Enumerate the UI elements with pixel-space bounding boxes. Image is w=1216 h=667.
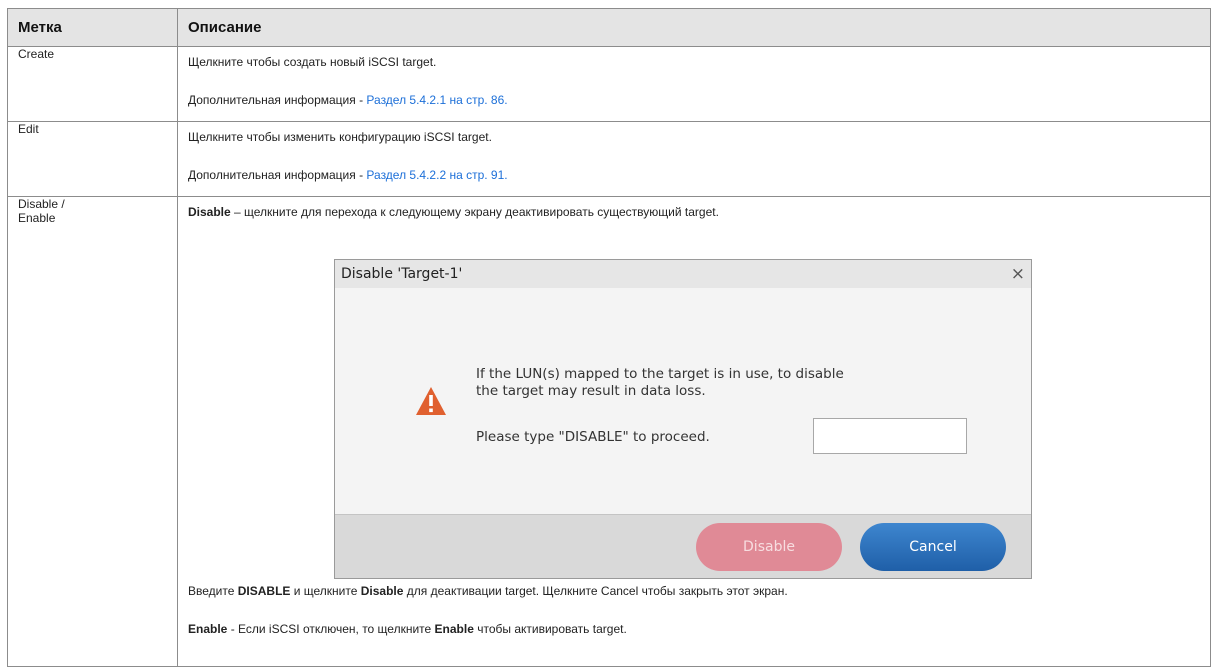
header-description: Описание xyxy=(177,8,1211,47)
more-info-prefix: Дополнительная информация - xyxy=(188,93,367,107)
text-part: чтобы активировать target. xyxy=(473,622,627,636)
confirm-text-input[interactable] xyxy=(813,418,967,454)
table-header-row: Метка Описание xyxy=(7,8,1211,47)
row-label: Create xyxy=(7,46,178,122)
bold-term: Disable xyxy=(188,205,231,219)
enable-instruction: Enable - Если iSCSI отключен, то щелкнит… xyxy=(188,622,1200,636)
close-icon[interactable]: × xyxy=(1011,265,1025,283)
enter-instruction: Введите DISABLE и щелкните Disable для д… xyxy=(188,584,1200,598)
bold-term: DISABLE xyxy=(237,584,291,598)
table-row-edit: Edit Щелкните чтобы изменить конфигураци… xyxy=(7,121,1211,197)
row-description: Щелкните чтобы создать новый iSCSI targe… xyxy=(177,46,1211,122)
warning-icon xyxy=(416,387,446,415)
row-label: Edit xyxy=(7,121,178,197)
disable-button[interactable]: Disable xyxy=(696,523,842,571)
cancel-button[interactable]: Cancel xyxy=(860,523,1006,571)
text-part: Введите xyxy=(188,584,238,598)
dialog-prompt: Please type "DISABLE" to proceed. xyxy=(476,429,710,445)
row-label-line: Enable xyxy=(18,211,56,225)
more-info-line: Дополнительная информация - Раздел 5.4.2… xyxy=(188,93,1200,107)
header-label: Метка xyxy=(7,8,178,47)
text-part: и щелкните xyxy=(290,584,361,598)
table-row-create: Create Щелкните чтобы создать новый iSCS… xyxy=(7,46,1211,122)
row-text: Щелкните чтобы изменить конфигурацию iSC… xyxy=(188,130,492,144)
dialog-footer: Disable Cancel xyxy=(335,514,1031,578)
message-line: the target may result in data loss. xyxy=(476,383,706,399)
message-line: If the LUN(s) mapped to the target is in… xyxy=(476,366,844,382)
row-label-line: Disable / xyxy=(18,197,65,211)
disable-text: – щелкните для перехода к следующему экр… xyxy=(230,205,719,219)
row-description: Щелкните чтобы изменить конфигурацию iSC… xyxy=(177,121,1211,197)
bold-term: Enable xyxy=(188,622,228,636)
row-label: Disable / Enable xyxy=(7,196,178,667)
bold-term: Disable xyxy=(360,584,404,598)
dialog-title: Disable 'Target-1' xyxy=(341,266,463,282)
row-text: Щелкните чтобы создать новый iSCSI targe… xyxy=(188,55,437,69)
section-link[interactable]: Раздел 5.4.2.1 на стр. 86. xyxy=(366,93,507,107)
text-part: для деактивации target. Щелкните Cancel … xyxy=(403,584,788,598)
section-link[interactable]: Раздел 5.4.2.2 на стр. 91. xyxy=(366,168,507,182)
dialog-message: If the LUN(s) mapped to the target is in… xyxy=(476,366,996,400)
more-info-line: Дополнительная информация - Раздел 5.4.2… xyxy=(188,168,1200,182)
disable-intro: Disable – щелкните для перехода к следую… xyxy=(188,205,1200,219)
dialog-body: If the LUN(s) mapped to the target is in… xyxy=(335,288,1031,514)
disable-target-dialog: Disable 'Target-1' × If the LUN(s) mappe… xyxy=(334,259,1032,579)
text-part: - Если iSCSI отключен, то щелкните xyxy=(227,622,435,636)
more-info-prefix: Дополнительная информация - xyxy=(188,168,367,182)
bold-term: Enable xyxy=(434,622,474,636)
dialog-header: Disable 'Target-1' × xyxy=(335,260,1031,288)
